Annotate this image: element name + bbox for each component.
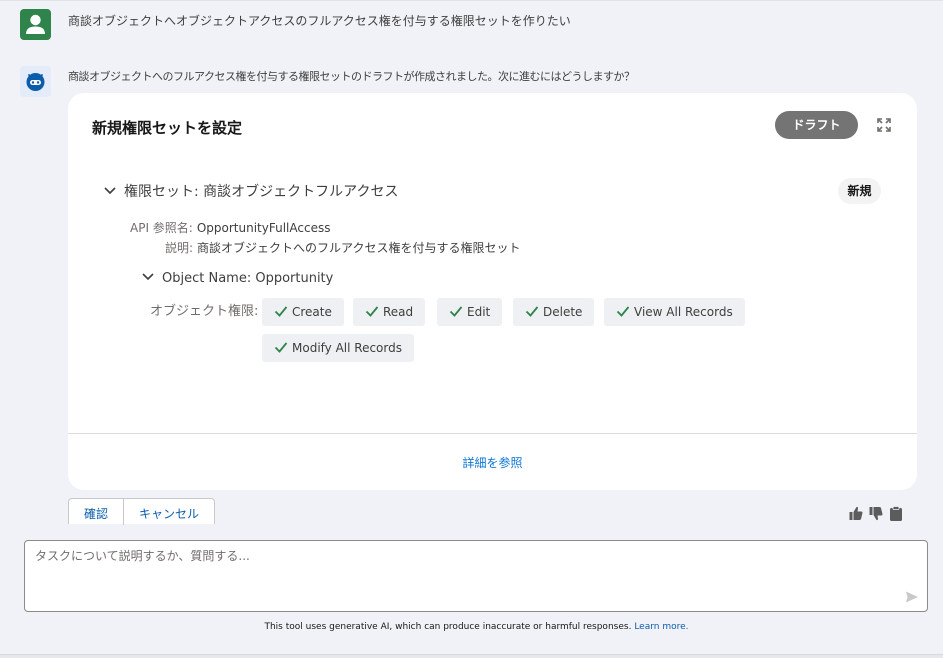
api-name-row: API 参照名: OpportunityFullAccess <box>130 219 330 236</box>
checkmark-icon <box>616 300 630 317</box>
thumbs-up-icon[interactable] <box>849 506 863 521</box>
expand-icon[interactable] <box>876 117 892 133</box>
permission-chip-create: Create <box>262 298 344 326</box>
top-divider <box>0 0 943 1</box>
send-icon[interactable] <box>905 589 919 603</box>
thumbs-down-icon[interactable] <box>869 506 883 521</box>
task-input[interactable] <box>35 547 895 605</box>
card-title: 新規権限セットを設定 <box>92 119 243 137</box>
permission-chip-modify-all-records: Modify All Records <box>262 334 414 362</box>
permission-chip-delete: Delete <box>513 298 595 326</box>
cancel-button[interactable]: キャンセル <box>123 499 214 525</box>
card-divider <box>68 433 917 434</box>
confirm-button[interactable]: 確認 <box>69 499 123 525</box>
description-key: 説明: <box>165 241 194 255</box>
permission-chip-view-all-records: View All Records <box>604 298 745 326</box>
object-permissions-label: オブジェクト権限: <box>150 304 259 319</box>
permission-chip-read: Read <box>353 298 426 326</box>
user-avatar-icon <box>20 9 51 40</box>
permission-chip-edit: Edit <box>437 298 503 326</box>
chevron-down-icon <box>140 269 156 285</box>
permission-set-toggle[interactable]: 権限セット: 商談オブジェクトフルアクセス <box>102 181 398 201</box>
disclaimer-text: This tool uses generative AI, which can … <box>264 622 632 632</box>
api-name-value: OpportunityFullAccess <box>196 221 331 235</box>
status-badge: ドラフト <box>775 111 858 139</box>
feedback-icons <box>849 506 903 521</box>
object-label: Object Name: Opportunity <box>162 271 334 286</box>
checkmark-icon <box>274 336 288 353</box>
permission-set-card: 新規権限セットを設定 ドラフト 権限セット: 商談オブジェクトフルアクセス 新規… <box>68 93 917 490</box>
checkmark-icon <box>525 300 539 317</box>
description-value: 商談オブジェクトへのフルアクセス権を付与する権限セット <box>197 241 521 255</box>
description-row: 説明: 商談オブジェクトへのフルアクセス権を付与する権限セット <box>165 239 520 256</box>
ai-disclaimer: This tool uses generative AI, which can … <box>0 622 943 632</box>
bot-avatar-icon <box>20 66 51 97</box>
checkmark-icon <box>449 300 463 317</box>
bot-message: 商談オブジェクトへのフルアクセス権を付与する権限セットのドラフトが作成されました… <box>68 70 635 83</box>
checkmark-icon <box>274 300 288 317</box>
object-toggle[interactable]: Object Name: Opportunity <box>140 269 333 286</box>
chevron-down-icon <box>102 183 118 199</box>
api-name-key: API 参照名: <box>130 221 193 235</box>
action-button-group: 確認 キャンセル <box>68 498 216 525</box>
checkmark-icon <box>365 300 379 317</box>
user-message: 商談オブジェクトへオブジェクトアクセスのフルアクセス権を付与する権限セットを作り… <box>68 14 571 28</box>
permission-set-label: 権限セット: 商談オブジェクトフルアクセス <box>124 184 399 200</box>
new-badge: 新規 <box>838 178 881 204</box>
clipboard-icon[interactable] <box>889 506 903 521</box>
bottom-divider <box>0 654 943 658</box>
view-details-link[interactable]: 詳細を参照 <box>68 454 917 471</box>
task-input-box <box>24 540 928 612</box>
learn-more-link[interactable]: Learn more. <box>634 622 688 632</box>
